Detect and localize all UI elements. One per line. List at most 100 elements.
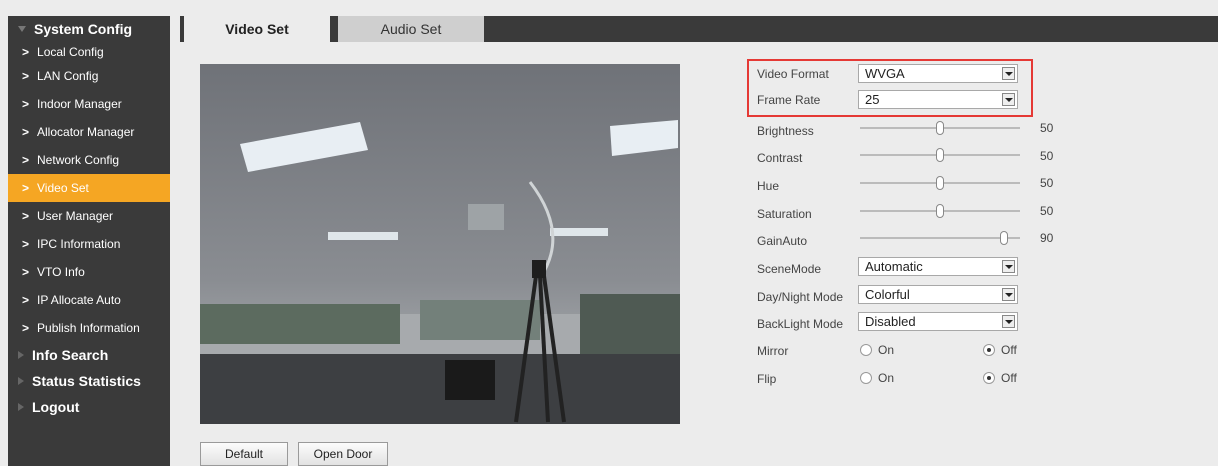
scene-mode-label: SceneMode — [757, 262, 822, 276]
sidebar-item-label: Indoor Manager — [37, 97, 122, 111]
mirror-label: Mirror — [757, 344, 789, 358]
slider-thumb[interactable] — [936, 148, 944, 162]
sidebar-item-label: LAN Config — [37, 69, 99, 83]
saturation-label: Saturation — [757, 207, 812, 221]
chevron-down-icon — [1002, 67, 1015, 80]
contrast-label: Contrast — [757, 151, 803, 165]
radio-selected-icon — [983, 344, 995, 356]
chevron-right-icon: > — [22, 293, 30, 307]
video-format-select[interactable]: WVGA — [858, 64, 1018, 83]
sidebar-item-indoor-manager[interactable]: > Indoor Manager — [8, 90, 170, 118]
video-preview — [200, 64, 680, 424]
app-root: System Config > Local Config > LAN Confi… — [0, 0, 1218, 466]
sidebar-item-network-config[interactable]: > Network Config — [8, 146, 170, 174]
sidebar-item-vto-info[interactable]: > VTO Info — [8, 258, 170, 286]
chevron-right-icon: > — [22, 181, 30, 195]
chevron-down-icon — [1002, 288, 1015, 301]
sidebar-item-publish-information[interactable]: > Publish Information — [8, 314, 170, 342]
hue-value: 50 — [1040, 176, 1054, 190]
day-night-mode-value: Colorful — [865, 287, 910, 302]
sidebar-item-label: IPC Information — [37, 237, 121, 251]
brightness-value: 50 — [1040, 121, 1054, 135]
sidebar-item-user-manager[interactable]: > User Manager — [8, 202, 170, 230]
mirror-on-radio[interactable]: On — [860, 343, 894, 357]
radio-circle-icon — [860, 372, 872, 384]
chevron-right-icon: > — [22, 237, 30, 251]
sidebar-section-label: Info Search — [32, 347, 109, 363]
sidebar: System Config > Local Config > LAN Confi… — [8, 16, 170, 466]
sidebar-section-label: Logout — [32, 399, 80, 415]
chevron-right-icon: > — [22, 125, 30, 139]
sidebar-item-ip-allocate-auto[interactable]: > IP Allocate Auto — [8, 286, 170, 314]
video-format-value: WVGA — [865, 66, 905, 81]
gain-auto-slider[interactable] — [860, 231, 1020, 245]
sidebar-item-ipc-information[interactable]: > IPC Information — [8, 230, 170, 258]
mirror-off-radio[interactable]: Off — [983, 343, 1017, 357]
gain-auto-value: 90 — [1040, 231, 1054, 245]
frame-rate-label: Frame Rate — [757, 93, 821, 107]
collapse-triangle-icon — [18, 26, 26, 32]
hue-label: Hue — [757, 179, 780, 193]
slider-track — [860, 237, 1020, 239]
chevron-right-icon: > — [22, 97, 30, 111]
hue-slider[interactable] — [860, 176, 1020, 190]
sidebar-item-local-config[interactable]: > Local Config — [8, 42, 170, 62]
chevron-down-icon — [1002, 260, 1015, 273]
radio-selected-icon — [983, 372, 995, 384]
tab-audio-set[interactable]: Audio Set — [338, 16, 484, 42]
video-format-label: Video Format — [757, 67, 829, 81]
frame-rate-select[interactable]: 25 — [858, 90, 1018, 109]
scene-mode-select[interactable]: Automatic — [858, 257, 1018, 276]
sidebar-section-status-statistics[interactable]: Status Statistics — [8, 368, 170, 394]
sidebar-item-label: VTO Info — [37, 265, 85, 279]
sidebar-item-label: Network Config — [37, 153, 120, 167]
sidebar-section-label: System Config — [34, 21, 133, 37]
scene-mode-value: Automatic — [865, 259, 923, 274]
chevron-down-icon — [1002, 93, 1015, 106]
slider-thumb[interactable] — [936, 121, 944, 135]
brightness-slider[interactable] — [860, 121, 1020, 135]
backlight-mode-label: BackLight Mode — [757, 317, 844, 331]
contrast-slider[interactable] — [860, 148, 1020, 162]
default-button[interactable]: Default — [200, 442, 288, 466]
sidebar-section-info-search[interactable]: Info Search — [8, 342, 170, 368]
sidebar-section-logout[interactable]: Logout — [8, 394, 170, 420]
backlight-mode-value: Disabled — [865, 314, 916, 329]
backlight-mode-select[interactable]: Disabled — [858, 312, 1018, 331]
saturation-slider[interactable] — [860, 204, 1020, 218]
chevron-right-icon: > — [22, 209, 30, 223]
sidebar-section-system-config[interactable]: System Config — [8, 16, 170, 42]
chevron-right-icon: > — [22, 69, 30, 83]
tab-video-set[interactable]: Video Set — [184, 16, 330, 42]
radio-label: On — [878, 371, 895, 385]
chevron-right-icon: > — [22, 45, 30, 59]
contrast-value: 50 — [1040, 149, 1054, 163]
radio-label: On — [878, 343, 895, 357]
sidebar-item-label: Video Set — [37, 181, 89, 195]
day-night-mode-select[interactable]: Colorful — [858, 285, 1018, 304]
flip-on-radio[interactable]: On — [860, 371, 894, 385]
sidebar-item-label: Publish Information — [37, 321, 140, 335]
radio-label: Off — [1001, 371, 1017, 385]
brightness-label: Brightness — [757, 124, 814, 138]
slider-thumb[interactable] — [936, 176, 944, 190]
radio-label: Off — [1001, 343, 1017, 357]
flip-off-radio[interactable]: Off — [983, 371, 1017, 385]
sidebar-item-label: Local Config — [37, 45, 104, 59]
slider-thumb[interactable] — [936, 204, 944, 218]
open-door-button[interactable]: Open Door — [298, 442, 388, 466]
frame-rate-value: 25 — [865, 92, 880, 107]
slider-thumb[interactable] — [1000, 231, 1008, 245]
sidebar-item-label: Allocator Manager — [37, 125, 135, 139]
radio-circle-icon — [860, 344, 872, 356]
sidebar-item-allocator-manager[interactable]: > Allocator Manager — [8, 118, 170, 146]
chevron-right-icon: > — [22, 321, 30, 335]
day-night-mode-label: Day/Night Mode — [757, 290, 844, 304]
sidebar-item-video-set[interactable]: > Video Set — [8, 174, 170, 202]
expand-triangle-icon — [18, 351, 24, 359]
camera-feed-image — [200, 64, 680, 424]
sidebar-item-lan-config[interactable]: > LAN Config — [8, 62, 170, 90]
expand-triangle-icon — [18, 377, 24, 385]
gain-auto-label: GainAuto — [757, 234, 808, 248]
tab-bar: Video Set Audio Set — [180, 16, 1218, 42]
